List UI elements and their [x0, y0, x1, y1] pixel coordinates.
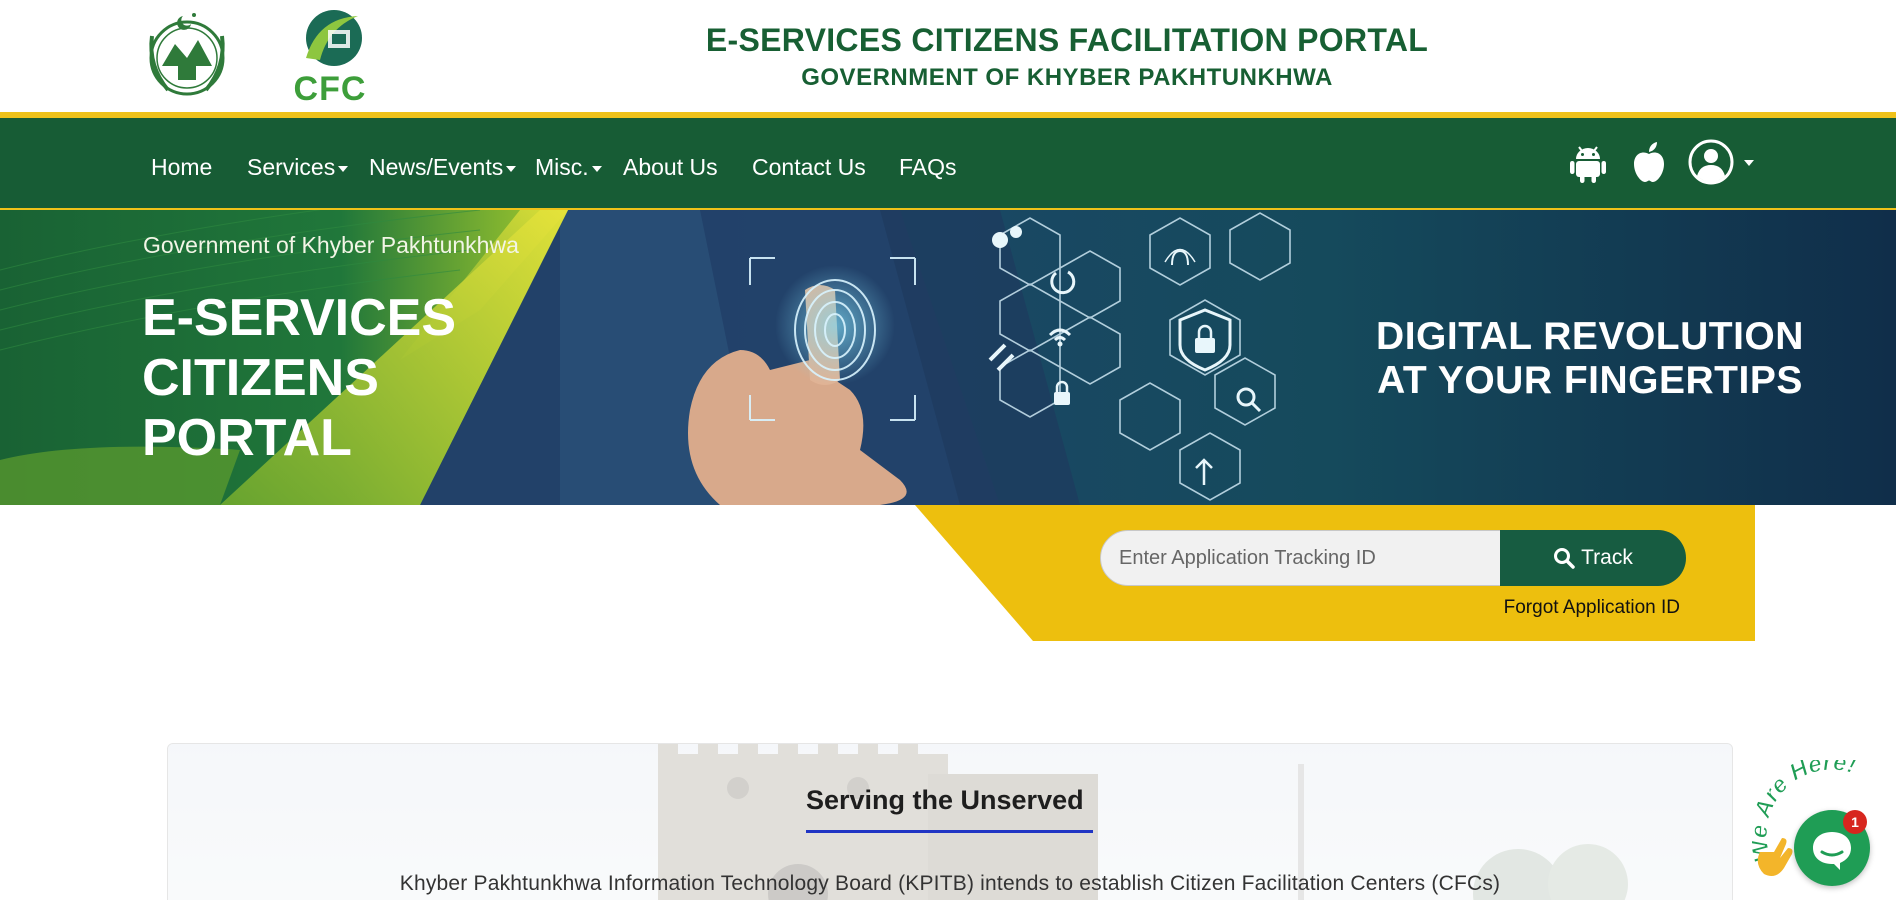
cfc-logo[interactable]: CFC — [288, 8, 372, 108]
nav-misc[interactable]: Misc. — [535, 154, 602, 181]
tracking-id-input[interactable] — [1100, 530, 1510, 586]
hero-banner: Government of Khyber Pakhtunkhwa E-SERVI… — [0, 210, 1896, 505]
nav-home[interactable]: Home — [151, 154, 212, 181]
nav-faqs-label: FAQs — [899, 154, 957, 180]
track-button-label: Track — [1581, 546, 1633, 569]
track-button[interactable]: Track — [1500, 530, 1686, 586]
android-icon[interactable] — [1570, 144, 1606, 189]
site-header: CFC E-SERVICES CITIZENS FACILITATION POR… — [0, 0, 1896, 112]
hero-title-line: E-SERVICES — [142, 289, 457, 347]
nav-misc-label: Misc. — [535, 154, 589, 180]
section-title-underline — [806, 830, 1093, 833]
nav-news-events[interactable]: News/Events — [369, 154, 517, 181]
hero-title: E-SERVICES CITIZENS PORTAL — [142, 288, 456, 468]
hero-title-line: PORTAL — [142, 409, 352, 467]
chevron-down-icon — [506, 165, 517, 172]
forgot-application-id-link[interactable]: Forgot Application ID — [1480, 597, 1680, 619]
kp-government-emblem[interactable] — [140, 6, 234, 104]
nav-services[interactable]: Services — [247, 154, 349, 181]
main-navigation: Home Services News/Events Misc. About Us… — [0, 112, 1896, 210]
chevron-down-icon — [338, 165, 349, 172]
nav-services-label: Services — [247, 154, 336, 180]
hero-tagline-line: DIGITAL REVOLUTION — [1376, 315, 1804, 358]
nav-home-label: Home — [151, 154, 213, 180]
user-account-icon[interactable] — [1688, 138, 1756, 191]
nav-about-us[interactable]: About Us — [623, 154, 718, 181]
hero-title-line: CITIZENS — [142, 349, 379, 407]
section-description: Khyber Pakhtunkhwa Information Technolog… — [399, 872, 1501, 895]
hero-tagline: DIGITAL REVOLUTION AT YOUR FINGERTIPS — [1330, 315, 1850, 403]
chevron-down-icon — [591, 165, 602, 172]
apple-icon[interactable] — [1632, 142, 1666, 187]
site-subtitle: GOVERNMENT OF KHYBER PAKHTUNKHWA — [801, 64, 1333, 91]
page: CFC E-SERVICES CITIZENS FACILITATION POR… — [0, 0, 1896, 900]
nav-news-events-label: News/Events — [369, 154, 504, 180]
hero-tagline-line: AT YOUR FINGERTIPS — [1377, 359, 1803, 402]
site-title: E-SERVICES CITIZENS FACILITATION PORTAL — [705, 22, 1429, 58]
nav-contact-us-label: Contact Us — [752, 154, 866, 180]
nav-faqs[interactable]: FAQs — [899, 154, 957, 181]
hero-subtitle: Government of Khyber Pakhtunkhwa — [143, 232, 519, 258]
nav-contact-us[interactable]: Contact Us — [752, 154, 866, 181]
chat-unread-badge: 1 — [1843, 810, 1867, 834]
search-icon — [1554, 548, 1575, 569]
section-title: Serving the Unserved — [806, 785, 1084, 815]
cfc-logo-text: CFC — [293, 70, 367, 108]
nav-about-us-label: About Us — [623, 154, 718, 180]
